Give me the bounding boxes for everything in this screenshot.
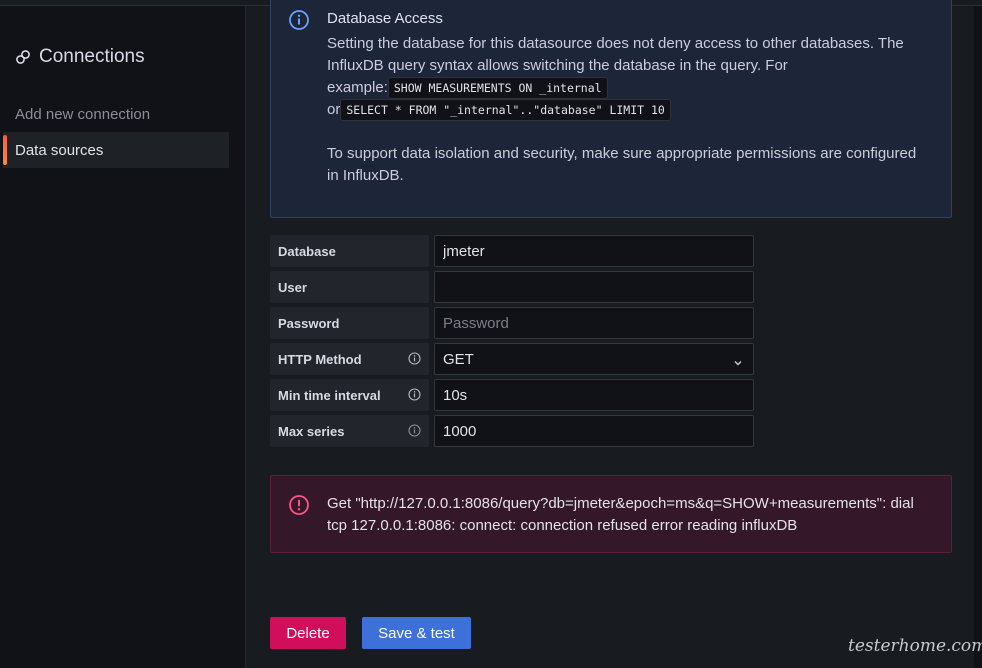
code-snippet: SELECT * FROM "_internal".."database" LI… bbox=[340, 99, 671, 121]
max-series-label: Max series bbox=[270, 415, 429, 447]
connections-icon bbox=[15, 49, 31, 65]
password-label: Password bbox=[270, 307, 429, 339]
info-circle-small-icon[interactable] bbox=[408, 352, 421, 365]
info-alert-line: To support data isolation and security, … bbox=[327, 145, 917, 162]
info-alert-text: or bbox=[327, 101, 341, 118]
sidebar-item-label: Add new connection bbox=[15, 105, 151, 123]
field-label-text: Database bbox=[278, 243, 336, 259]
info-alert-line: InfluxDB query syntax allows switching t… bbox=[327, 57, 788, 74]
scrollbar[interactable] bbox=[974, 6, 982, 668]
field-label-text: Max series bbox=[278, 423, 345, 439]
chevron-down-icon bbox=[733, 355, 743, 366]
info-alert-line: or SELECT * FROM "_internal".."database" … bbox=[327, 99, 671, 121]
user-input[interactable] bbox=[434, 271, 754, 303]
min-time-interval-label: Min time interval bbox=[270, 379, 429, 411]
http-method-label: HTTP Method bbox=[270, 343, 429, 375]
save-and-test-button[interactable]: Save & test bbox=[362, 617, 471, 649]
field-label-text: Min time interval bbox=[278, 387, 381, 403]
user-label: User bbox=[270, 271, 429, 303]
info-alert-text: example: bbox=[327, 79, 388, 96]
info-alert-title: Database Access bbox=[327, 10, 443, 27]
http-method-select[interactable]: GET bbox=[434, 343, 754, 375]
info-alert-line: in InfluxDB. bbox=[327, 167, 404, 184]
info-circle-small-icon[interactable] bbox=[408, 424, 421, 437]
min-time-interval-input[interactable] bbox=[434, 379, 754, 411]
field-label-text: Password bbox=[278, 315, 340, 331]
info-alert-line: Setting the database for this datasource… bbox=[327, 35, 904, 52]
info-circle-icon bbox=[288, 9, 310, 31]
watermark: testerhome.com bbox=[848, 636, 982, 656]
database-label: Database bbox=[270, 235, 429, 267]
http-method-value: GET bbox=[443, 350, 474, 368]
error-alert-message: Get "http://127.0.0.1:8086/query?db=jmet… bbox=[327, 495, 914, 534]
field-label-text: HTTP Method bbox=[278, 351, 362, 367]
sidebar-title-label: Connections bbox=[39, 46, 145, 67]
info-circle-small-icon[interactable] bbox=[408, 388, 421, 401]
sidebar-item-add-new-connection[interactable]: Add new connection bbox=[3, 96, 229, 132]
max-series-input[interactable] bbox=[434, 415, 754, 447]
password-input[interactable] bbox=[434, 307, 754, 339]
sidebar-item-label: Data sources bbox=[15, 141, 104, 159]
info-alert-line: example: SHOW MEASUREMENTS ON _internal bbox=[327, 77, 608, 99]
field-label-text: User bbox=[278, 279, 307, 295]
sidebar-item-data-sources[interactable]: Data sources bbox=[3, 132, 229, 168]
sidebar-title: Connections bbox=[15, 46, 145, 68]
database-input[interactable] bbox=[434, 235, 754, 267]
exclamation-circle-icon bbox=[288, 494, 310, 516]
code-snippet: SHOW MEASUREMENTS ON _internal bbox=[387, 77, 608, 99]
delete-button[interactable]: Delete bbox=[270, 617, 346, 649]
